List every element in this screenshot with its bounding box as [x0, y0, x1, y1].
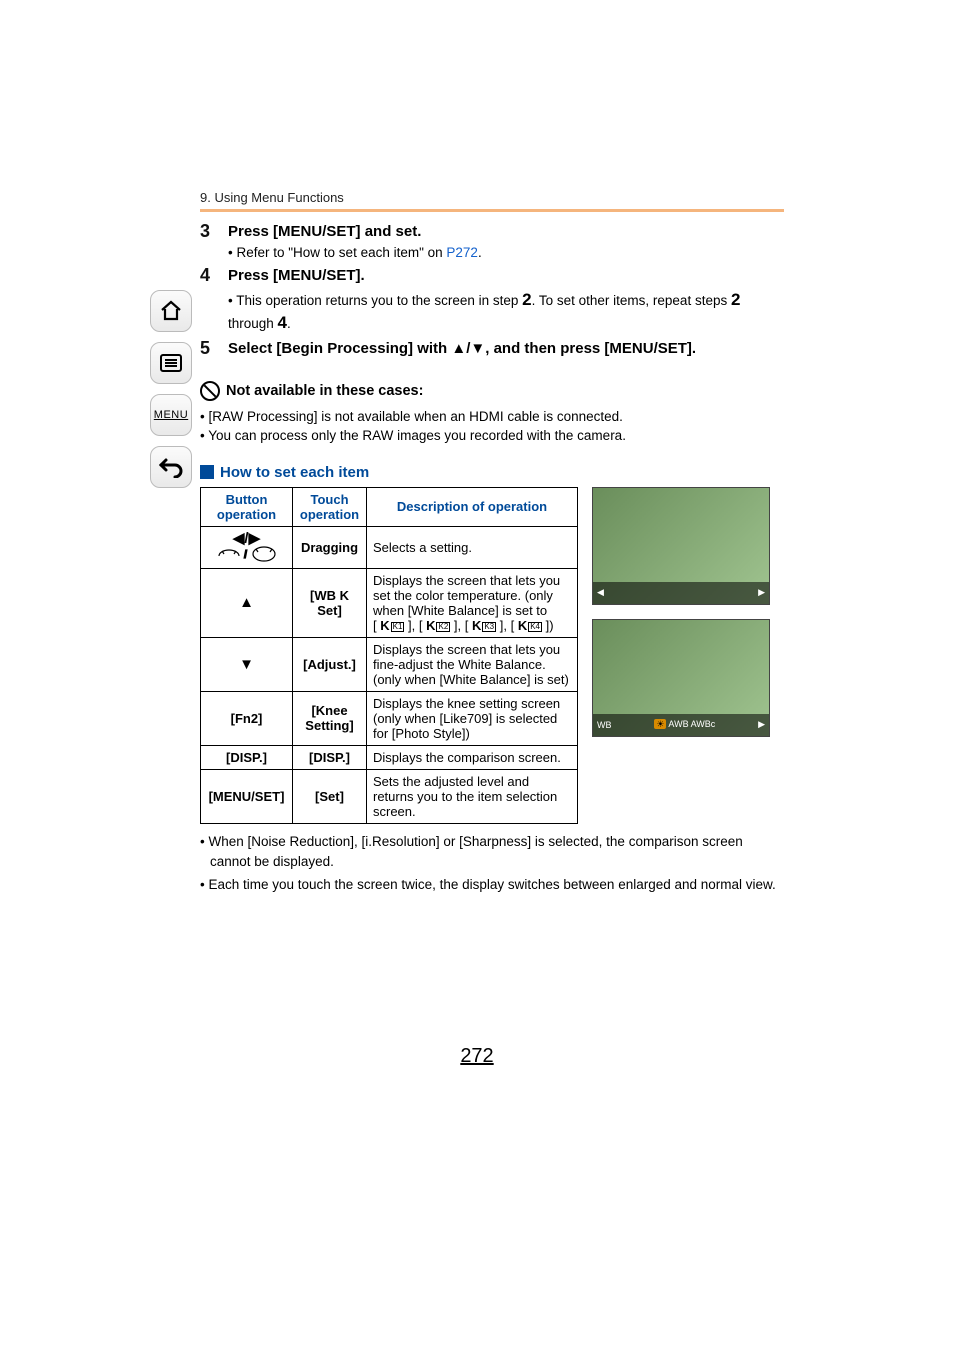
- page-number: 272: [0, 1045, 954, 1068]
- example-screenshot-1: ◀ ▶: [592, 487, 770, 605]
- menu-button[interactable]: MENU: [150, 394, 192, 436]
- back-icon-button[interactable]: [150, 446, 192, 488]
- cell-btn-5: [DISP.]: [201, 745, 293, 769]
- not-available-note-1: • [RAW Processing] is not available when…: [210, 407, 784, 427]
- cell-desc-3: Displays the screen that lets you fine-a…: [367, 637, 578, 691]
- step-number-4: 4: [200, 266, 228, 334]
- step-number-3: 3: [200, 222, 228, 262]
- operation-table: Button operation Touch operation Descrip…: [200, 487, 578, 824]
- awb-label: AWB: [668, 719, 688, 729]
- not-available-note-2: • You can process only the RAW images yo…: [210, 426, 784, 446]
- square-bullet-icon: [200, 465, 214, 479]
- cell-touch-1: Dragging: [293, 526, 367, 568]
- footnote-2: • Each time you touch the screen twice, …: [210, 875, 784, 895]
- breadcrumb: 9. Using Menu Functions: [200, 190, 784, 212]
- nav-right-icon: ▶: [758, 587, 765, 598]
- cell-touch-5: [DISP.]: [293, 745, 367, 769]
- step3-sub: • Refer to "How to set each item" on P27…: [228, 244, 784, 262]
- th-description: Description of operation: [367, 487, 578, 526]
- nav-left-icon: ◀: [597, 587, 604, 598]
- cell-desc-4: Displays the knee setting screen (only w…: [367, 691, 578, 745]
- cell-btn-4: [Fn2]: [201, 691, 293, 745]
- dial-icons: /: [217, 546, 277, 562]
- list-icon: [159, 353, 183, 373]
- awbc-label: AWBc: [691, 719, 716, 729]
- cell-btn-2: ▲: [201, 568, 293, 637]
- cell-btn-3: ▼: [201, 637, 293, 691]
- back-arrow-icon: [158, 456, 184, 478]
- link-p272[interactable]: P272: [446, 245, 478, 260]
- toc-icon-button[interactable]: [150, 342, 192, 384]
- home-icon: [159, 299, 183, 323]
- not-available-heading: Not available in these cases:: [226, 383, 423, 399]
- svg-text:/: /: [244, 549, 247, 561]
- cell-desc-2: Displays the screen that lets you set th…: [367, 568, 578, 637]
- cell-desc-1: Selects a setting.: [367, 526, 578, 568]
- cell-desc-5: Displays the comparison screen.: [367, 745, 578, 769]
- cell-btn-6: [MENU/SET]: [201, 769, 293, 823]
- step4-title: Press [MENU/SET].: [228, 266, 784, 286]
- cell-touch-6: [Set]: [293, 769, 367, 823]
- home-icon-button[interactable]: [150, 290, 192, 332]
- left-right-arrow-icon: ◀/▶: [233, 530, 260, 547]
- step3-title: Press [MENU/SET] and set.: [228, 222, 784, 242]
- cell-btn-1: ◀/▶ /: [201, 526, 293, 568]
- how-to-heading: How to set each item: [220, 464, 369, 481]
- wb-label: WB: [597, 720, 612, 730]
- sun-icon: ☀: [654, 719, 666, 729]
- cell-touch-3: [Adjust.]: [293, 637, 367, 691]
- nav-right-icon-2: ▶: [758, 719, 765, 730]
- example-screenshot-2: WB ☀ AWB AWBc ▶: [592, 619, 770, 737]
- th-touch-operation: Touch operation: [293, 487, 367, 526]
- step4-sub: • This operation returns you to the scre…: [228, 289, 784, 335]
- footnote-1: • When [Noise Reduction], [i.Resolution]…: [210, 832, 784, 871]
- cell-touch-2: [WB K Set]: [293, 568, 367, 637]
- cell-desc-6: Sets the adjusted level and returns you …: [367, 769, 578, 823]
- cell-touch-4: [Knee Setting]: [293, 691, 367, 745]
- step-number-5: 5: [200, 339, 228, 359]
- step5-title: Select [Begin Processing] with ▲/▼, and …: [228, 339, 784, 359]
- prohibited-icon: [200, 381, 220, 401]
- th-button-operation: Button operation: [201, 487, 293, 526]
